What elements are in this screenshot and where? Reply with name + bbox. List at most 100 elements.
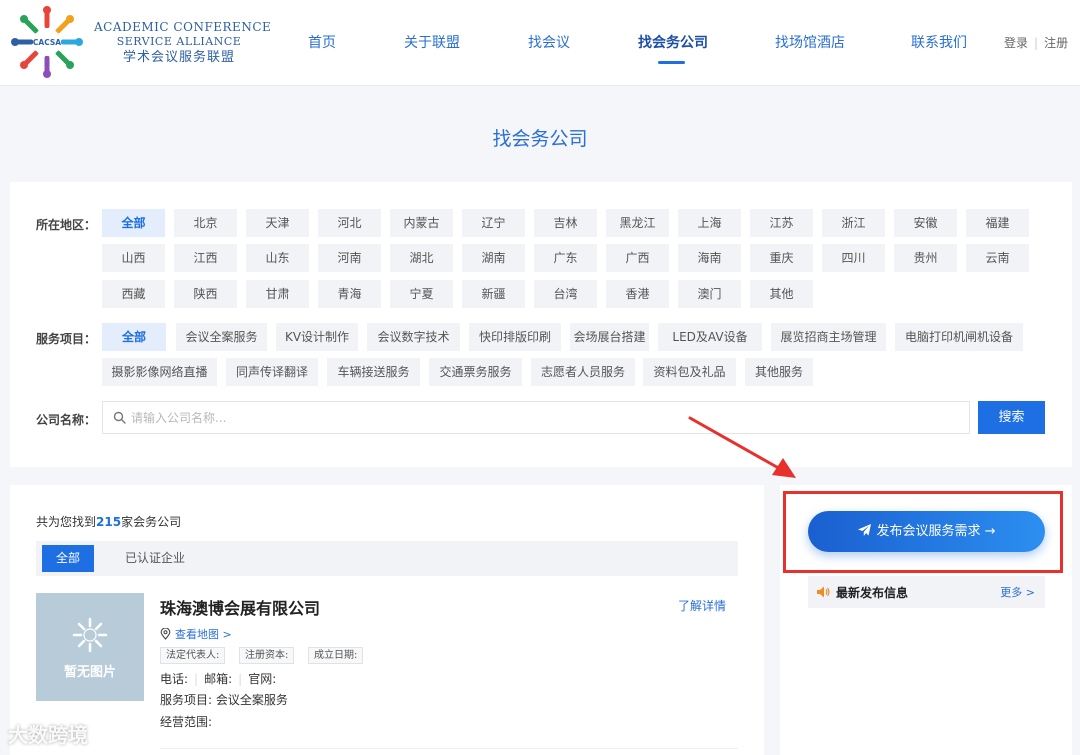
region-tag[interactable]: 山东	[246, 244, 309, 272]
watermark: 大数跨境	[8, 719, 88, 748]
nav-about[interactable]: 关于联盟	[404, 32, 460, 52]
region-tag[interactable]: 山西	[102, 244, 165, 272]
service-tag[interactable]: 志愿者人员服务	[531, 358, 635, 386]
company-search-box	[102, 401, 970, 434]
company-thumbnail[interactable]: 暂无图片	[36, 593, 144, 701]
service-label: 服务项目：	[36, 332, 97, 346]
result-count: 共为您找到215家会务公司	[36, 513, 181, 530]
result-count-suffix: 家会务公司	[121, 515, 182, 529]
nav-contact[interactable]: 联系我们	[911, 32, 967, 52]
latest-info-bar: 最新发布信息 更多 >	[808, 576, 1045, 608]
service-tag[interactable]: 会议数字技术	[367, 323, 460, 351]
region-tag[interactable]: 吉林	[534, 209, 597, 237]
region-tag[interactable]: 陕西	[174, 280, 237, 308]
nav-find-company[interactable]: 找会务公司	[638, 32, 708, 52]
region-tag[interactable]: 福建	[966, 209, 1029, 237]
latest-more-link[interactable]: 更多 >	[1000, 584, 1035, 600]
region-tag[interactable]: 云南	[966, 244, 1029, 272]
nav-find-venue[interactable]: 找场馆酒店	[775, 32, 845, 52]
field-divider: |	[194, 672, 199, 686]
search-button[interactable]: 搜索	[978, 401, 1045, 434]
region-tag[interactable]: 内蒙古	[390, 209, 453, 237]
service-tag[interactable]: 摄影影像网络直播	[102, 358, 217, 386]
services-line: 服务项目: 会议全案服务	[160, 693, 288, 707]
business-scope-line: 经营范围:	[160, 715, 213, 729]
region-tag[interactable]: 河南	[318, 244, 381, 272]
email-field: 邮箱:	[204, 672, 233, 686]
region-tag[interactable]: 广东	[534, 244, 597, 272]
region-tag[interactable]: 贵州	[894, 244, 957, 272]
region-tag[interactable]: 其他	[750, 280, 813, 308]
chip-legal-rep: 法定代表人:	[160, 647, 226, 664]
region-tag[interactable]: 浙江	[822, 209, 885, 237]
service-tag[interactable]: 其他服务	[745, 358, 813, 386]
region-tag[interactable]: 青海	[318, 280, 381, 308]
region-tag[interactable]: 甘肃	[246, 280, 309, 308]
latest-info-title: 最新发布信息	[836, 586, 909, 600]
website-field: 官网:	[248, 672, 277, 686]
region-tag[interactable]: 西藏	[102, 280, 165, 308]
learn-more-link[interactable]: 了解详情	[678, 597, 726, 614]
cacsa-logo[interactable]: CACSA	[10, 6, 84, 78]
publish-demand-button[interactable]: 发布会议服务需求 →	[808, 511, 1045, 552]
region-tag[interactable]: 江西	[174, 244, 237, 272]
region-tag[interactable]: 澳门	[678, 280, 741, 308]
watermark-text: 大数跨境	[8, 723, 88, 747]
region-tag[interactable]: 重庆	[750, 244, 813, 272]
auth-links: 登录 | 注册	[1004, 34, 1068, 51]
region-tag[interactable]: 辽宁	[462, 209, 525, 237]
region-tag[interactable]: 四川	[822, 244, 885, 272]
region-tag[interactable]: 上海	[678, 209, 741, 237]
region-tag[interactable]: 河北	[318, 209, 381, 237]
logo-text: ACADEMIC CONFERENCE SERVICE ALLIANCE 学术会…	[94, 20, 271, 67]
page-title: 找会务公司	[492, 128, 588, 150]
view-map-link[interactable]: 查看地图 >	[160, 626, 232, 642]
region-tag[interactable]: 新疆	[462, 280, 525, 308]
logo-cn: 学术会议服务联盟	[122, 50, 235, 65]
service-tag[interactable]: 会场展台搭建	[570, 323, 649, 351]
company-search-input[interactable]	[131, 402, 951, 433]
search-icon	[113, 411, 126, 424]
service-tag[interactable]: 快印排版印刷	[469, 323, 561, 351]
service-tag[interactable]: 资料包及礼品	[643, 358, 736, 386]
region-tag[interactable]: 江苏	[750, 209, 813, 237]
company-name-label: 公司名称：	[36, 413, 97, 427]
results-panel: 共为您找到215家会务公司 全部 已认证企业 暂无图片 珠海澳博会展有限公司 了…	[10, 485, 764, 755]
service-tag[interactable]: 展览招商主场管理	[771, 323, 886, 351]
region-tag[interactable]: 安徽	[894, 209, 957, 237]
region-tag[interactable]: 湖北	[390, 244, 453, 272]
no-image-text: 暂无图片	[63, 665, 116, 680]
nav-home[interactable]: 首页	[308, 32, 336, 52]
service-tag[interactable]: LED及AV设备	[658, 323, 762, 351]
region-tag[interactable]: 湖南	[462, 244, 525, 272]
service-tag[interactable]: 车辆接送服务	[327, 358, 420, 386]
service-tag-all[interactable]: 全部	[102, 323, 166, 351]
tab-all[interactable]: 全部	[42, 545, 95, 572]
region-tag[interactable]: 北京	[174, 209, 237, 237]
region-tag[interactable]: 黑龙江	[606, 209, 669, 237]
service-tag[interactable]: 交通票务服务	[429, 358, 522, 386]
nav-find-conference[interactable]: 找会议	[528, 32, 570, 52]
region-tag[interactable]: 台湾	[534, 280, 597, 308]
region-tag[interactable]: 香港	[606, 280, 669, 308]
region-tag[interactable]: 海南	[678, 244, 741, 272]
chip-capital: 注册资本:	[239, 647, 295, 664]
view-map-text: 查看地图 >	[175, 628, 232, 641]
service-tag[interactable]: 会议全案服务	[176, 323, 267, 351]
region-tag-all[interactable]: 全部	[102, 209, 165, 237]
phone-field: 电话:	[160, 672, 189, 686]
service-tag[interactable]: 电脑打印机闸机设备	[895, 323, 1023, 351]
region-tag[interactable]: 宁夏	[390, 280, 453, 308]
region-tag[interactable]: 广西	[606, 244, 669, 272]
tab-certified[interactable]: 已认证企业	[111, 545, 199, 572]
result-count-prefix: 共为您找到	[36, 515, 97, 529]
company-name[interactable]: 珠海澳博会展有限公司	[160, 595, 320, 619]
login-link[interactable]: 登录	[1004, 36, 1028, 50]
region-tag[interactable]: 天津	[246, 209, 309, 237]
result-tabs: 全部 已认证企业	[36, 541, 738, 576]
service-tag[interactable]: KV设计制作	[276, 323, 358, 351]
filter-panel: 所在地区： 全部 北京 天津 河北 内蒙古 辽宁 吉林 黑龙江 上海 江苏 浙江 安徽 福建 山西 江西 山东…	[10, 182, 1072, 467]
register-link[interactable]: 注册	[1044, 36, 1068, 50]
service-tag[interactable]: 同声传译翻译	[226, 358, 318, 386]
contact-line: 电话: | 邮箱: | 官网:	[160, 670, 276, 687]
